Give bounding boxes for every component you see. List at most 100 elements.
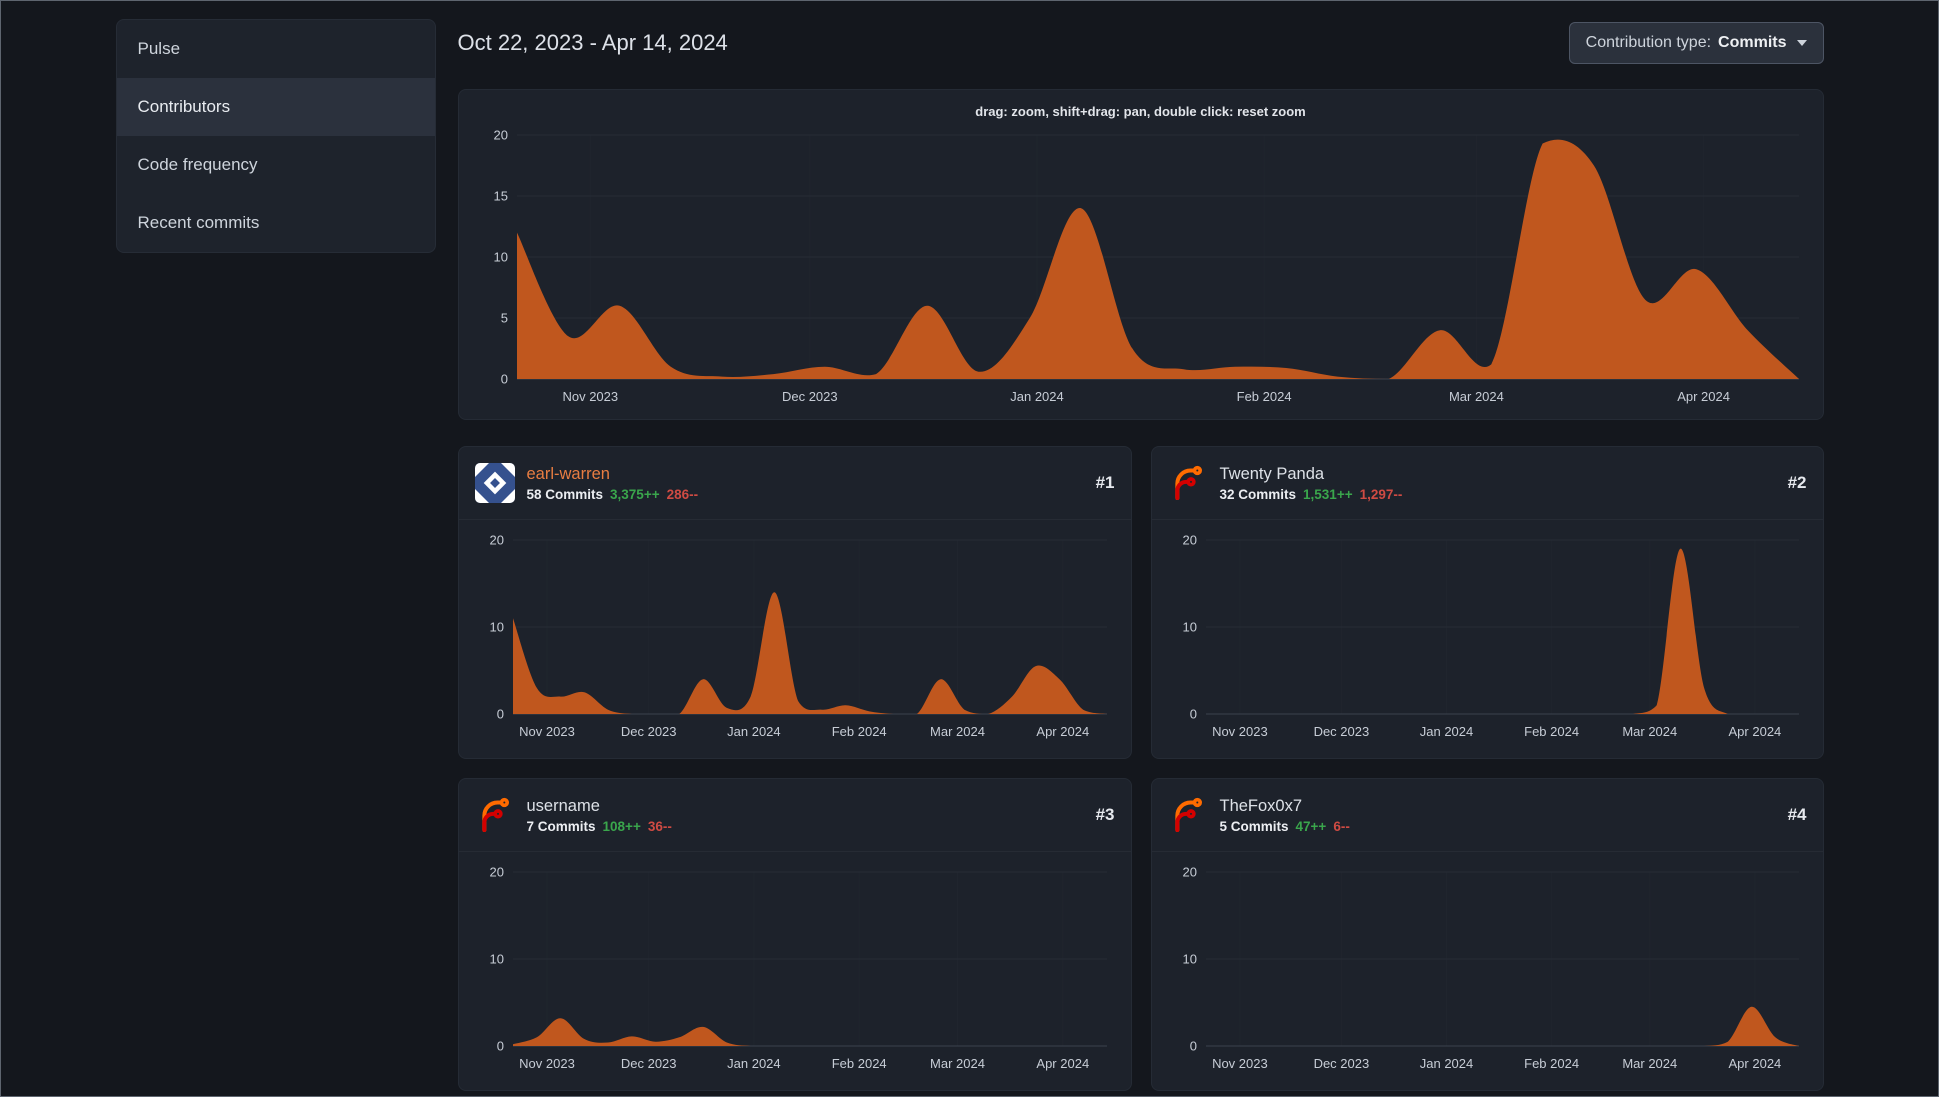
contributor-name-link[interactable]: username xyxy=(527,797,672,816)
chart-zoom-hint: drag: zoom, shift+drag: pan, double clic… xyxy=(975,104,1306,119)
contribution-type-value: Commits xyxy=(1718,34,1787,51)
contributor-chart[interactable]: Nov 2023 Dec 2023 Jan 2024 Feb 2024 Mar 2024… xyxy=(1168,864,1807,1076)
svg-text:Apr 2024: Apr 2024 xyxy=(1728,724,1781,739)
contributor-commits-count: 32 Commits xyxy=(1219,486,1297,502)
svg-text:Dec 2023: Dec 2023 xyxy=(1313,1056,1369,1071)
contributor-stats: 32 Commits 1,531++ 1,297-- xyxy=(1220,487,1403,502)
contributor-card-header: username 7 Commits 108++ 36-- #3 xyxy=(458,779,1131,852)
contributor-card: username 7 Commits 108++ 36-- #3 Nov 202… xyxy=(457,778,1132,1091)
contributors-grid: earl-warren 58 Commits 3,375++ 286-- #1 … xyxy=(457,446,1824,1091)
sidebar-item-pulse[interactable]: Pulse xyxy=(117,20,435,78)
contributor-rank: #4 xyxy=(1787,805,1807,824)
svg-text:Apr 2024: Apr 2024 xyxy=(1036,1056,1089,1071)
contributor-chart[interactable]: Nov 2023 Dec 2023 Jan 2024 Feb 2024 Mar 2024… xyxy=(475,864,1115,1076)
sidebar-item-contributors[interactable]: Contributors xyxy=(116,78,435,136)
svg-text:Jan 2024: Jan 2024 xyxy=(1419,1056,1473,1071)
svg-text:10: 10 xyxy=(489,620,503,635)
contributor-avatar[interactable] xyxy=(475,795,515,835)
contributor-chart-wrap: Nov 2023 Dec 2023 Jan 2024 Feb 2024 Mar 2024… xyxy=(1168,532,1807,744)
contributor-identity: Twenty Panda 32 Commits 1,531++ 1,297-- xyxy=(1220,465,1403,502)
contributor-identity: TheFox0x7 5 Commits 47++ 6-- xyxy=(1220,797,1350,834)
contributor-chart-area: Nov 2023 Dec 2023 Jan 2024 Feb 2024 Mar 2024… xyxy=(1152,520,1823,758)
svg-text:0: 0 xyxy=(1189,707,1196,722)
svg-text:10: 10 xyxy=(1182,952,1196,967)
contributor-commits-count: 58 Commits xyxy=(526,486,604,502)
activity-nav: Pulse Contributors Code frequency Recent… xyxy=(115,19,436,253)
svg-text:20: 20 xyxy=(489,865,503,880)
svg-text:10: 10 xyxy=(493,250,507,265)
svg-text:10: 10 xyxy=(1182,620,1196,635)
svg-text:0: 0 xyxy=(500,372,507,387)
svg-text:20: 20 xyxy=(1182,865,1196,880)
contributor-additions: 1,531++ xyxy=(1303,486,1353,502)
contributor-chart-wrap: Nov 2023 Dec 2023 Jan 2024 Feb 2024 Mar 2024… xyxy=(475,864,1115,1076)
contributor-deletions: 6-- xyxy=(1333,818,1350,834)
svg-text:Mar 2024: Mar 2024 xyxy=(930,724,985,739)
svg-text:Apr 2024: Apr 2024 xyxy=(1677,389,1730,404)
contributor-additions: 47++ xyxy=(1295,818,1327,834)
svg-text:Nov 2023: Nov 2023 xyxy=(562,389,618,404)
svg-text:15: 15 xyxy=(493,189,507,204)
contributor-chart-area: Nov 2023 Dec 2023 Jan 2024 Feb 2024 Mar 2024… xyxy=(1152,852,1823,1090)
contributors-content: Oct 22, 2023 - Apr 14, 2024 Contribution… xyxy=(457,19,1824,1091)
svg-text:Mar 2024: Mar 2024 xyxy=(930,1056,985,1071)
overall-contributions-card: drag: zoom, shift+drag: pan, double clic… xyxy=(457,89,1824,420)
contributor-name-link[interactable]: TheFox0x7 xyxy=(1220,797,1350,816)
svg-text:Feb 2024: Feb 2024 xyxy=(1236,389,1291,404)
svg-text:Nov 2023: Nov 2023 xyxy=(519,724,575,739)
svg-text:Dec 2023: Dec 2023 xyxy=(620,724,676,739)
svg-text:Feb 2024: Feb 2024 xyxy=(1524,1056,1579,1071)
contributor-name-link[interactable]: Twenty Panda xyxy=(1220,465,1403,484)
contributor-avatar[interactable] xyxy=(1168,795,1208,835)
contributor-deletions: 286-- xyxy=(666,486,699,502)
contributor-stats: 58 Commits 3,375++ 286-- xyxy=(527,487,699,502)
contributor-card: Twenty Panda 32 Commits 1,531++ 1,297-- … xyxy=(1150,446,1824,759)
contributor-card-header: Twenty Panda 32 Commits 1,531++ 1,297-- … xyxy=(1151,447,1823,520)
svg-text:Feb 2024: Feb 2024 xyxy=(1524,724,1579,739)
contributor-name-link[interactable]: earl-warren xyxy=(527,465,699,484)
contributor-additions: 3,375++ xyxy=(610,486,660,502)
contributor-commits-count: 7 Commits xyxy=(526,818,596,834)
svg-text:Jan 2024: Jan 2024 xyxy=(727,724,781,739)
svg-text:Nov 2023: Nov 2023 xyxy=(1212,1056,1268,1071)
contributor-chart-wrap: Nov 2023 Dec 2023 Jan 2024 Feb 2024 Mar 2024… xyxy=(1168,864,1807,1076)
svg-text:Dec 2023: Dec 2023 xyxy=(1313,724,1369,739)
svg-text:20: 20 xyxy=(1182,533,1196,548)
svg-text:Mar 2024: Mar 2024 xyxy=(1622,1056,1677,1071)
contributor-deletions: 1,297-- xyxy=(1359,486,1403,502)
contributor-avatar[interactable] xyxy=(1168,463,1208,503)
svg-text:Feb 2024: Feb 2024 xyxy=(831,1056,886,1071)
svg-text:Jan 2024: Jan 2024 xyxy=(1010,389,1064,404)
svg-text:10: 10 xyxy=(489,952,503,967)
contributor-avatar[interactable] xyxy=(474,463,515,503)
contributor-commits-count: 5 Commits xyxy=(1219,818,1289,834)
contributor-stats: 5 Commits 47++ 6-- xyxy=(1220,819,1350,834)
svg-text:20: 20 xyxy=(493,128,507,143)
chevron-down-icon xyxy=(1796,40,1807,46)
svg-text:0: 0 xyxy=(1189,1039,1196,1054)
activity-page: Pulse Contributors Code frequency Recent… xyxy=(115,0,1824,1091)
contributor-rank: #3 xyxy=(1095,805,1115,824)
date-range-title: Oct 22, 2023 - Apr 14, 2024 xyxy=(457,30,728,55)
svg-text:Nov 2023: Nov 2023 xyxy=(1212,724,1268,739)
svg-text:Dec 2023: Dec 2023 xyxy=(781,389,837,404)
contributor-chart[interactable]: Nov 2023 Dec 2023 Jan 2024 Feb 2024 Mar 2024… xyxy=(475,532,1115,744)
contributor-card-header: TheFox0x7 5 Commits 47++ 6-- #4 xyxy=(1151,779,1823,852)
contributor-chart[interactable]: Nov 2023 Dec 2023 Jan 2024 Feb 2024 Mar 2024… xyxy=(1168,532,1807,744)
contributor-deletions: 36-- xyxy=(647,818,672,834)
svg-text:Apr 2024: Apr 2024 xyxy=(1036,724,1089,739)
contribution-type-dropdown[interactable]: Contribution type: Commits xyxy=(1568,22,1824,64)
overall-contributions-chart[interactable]: Nov 2023 Dec 2023 Jan 2024 Feb 2024 Mar 2024… xyxy=(475,127,1807,409)
overall-chart-wrap: Nov 2023 Dec 2023 Jan 2024 Feb 2024 Mar 2024… xyxy=(475,127,1807,409)
sidebar-item-code-frequency[interactable]: Code frequency xyxy=(117,136,435,194)
contributor-rank: #2 xyxy=(1787,473,1807,492)
contributor-chart-wrap: Nov 2023 Dec 2023 Jan 2024 Feb 2024 Mar 2024… xyxy=(475,532,1115,744)
svg-text:Dec 2023: Dec 2023 xyxy=(620,1056,676,1071)
contributor-chart-area: Nov 2023 Dec 2023 Jan 2024 Feb 2024 Mar 2024… xyxy=(459,852,1131,1090)
contribution-type-label: Contribution type: xyxy=(1585,34,1712,51)
contributor-rank: #1 xyxy=(1095,473,1115,492)
svg-text:0: 0 xyxy=(496,707,503,722)
svg-text:Feb 2024: Feb 2024 xyxy=(831,724,886,739)
sidebar-item-recent-commits[interactable]: Recent commits xyxy=(117,194,435,252)
contributor-identity: earl-warren 58 Commits 3,375++ 286-- xyxy=(527,465,699,502)
